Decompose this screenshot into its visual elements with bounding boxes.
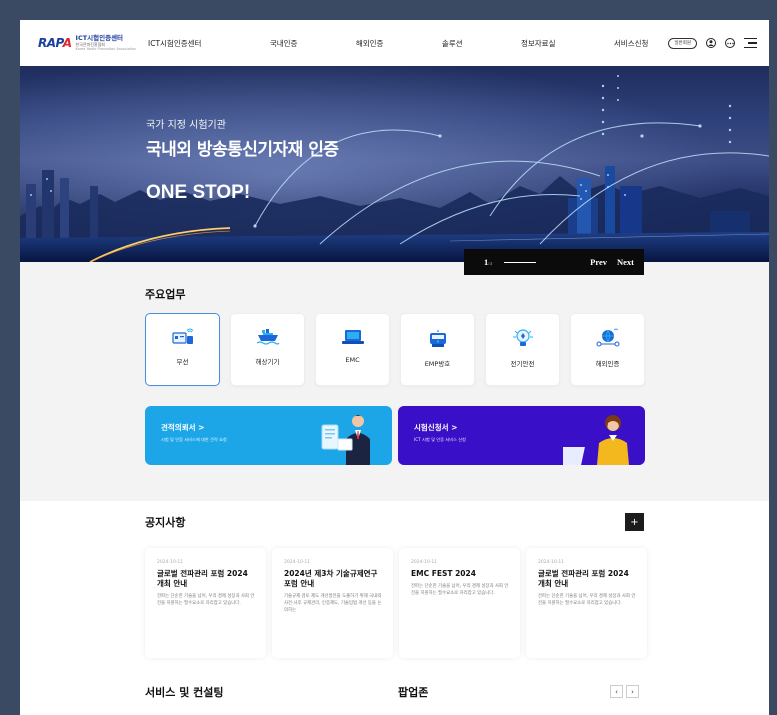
woman-illustration [563, 415, 629, 465]
card-label: 해상기기 [255, 358, 280, 366]
bulb-icon [512, 329, 533, 346]
section-title-notices: 공지사항 [145, 516, 186, 529]
city-skyline-image [20, 66, 769, 262]
notice-list: 2024-10-11 글로벌 전파관리 포럼 2024 개최 안내 전파는 단순… [145, 548, 647, 658]
nav-overseas-cert[interactable]: 해외인증 [356, 38, 384, 49]
nav-resources[interactable]: 정보자료실 [521, 38, 556, 49]
hero-subtitle: 국가 지정 시험기관 [146, 120, 226, 131]
pager-progress-bar [504, 261, 537, 263]
notice-title: 2024년 제3차 기술규제연구 포럼 안내 [284, 569, 378, 589]
card-label: 전기안전 [510, 360, 535, 368]
nav-domestic-cert[interactable]: 국내인증 [270, 38, 298, 49]
logo-sub-en: Korea Radio Promotion Association [75, 46, 137, 51]
quick-banners: 견적의뢰서 > 시험 및 인증 서비스에 대한 견적 요청 시험신청서 > IC… [145, 406, 645, 465]
member-pill[interactable]: 일반회원 [668, 37, 697, 49]
wireless-icon [171, 328, 193, 344]
notice-date: 2024-10-11 [538, 560, 565, 565]
ship-icon [256, 329, 280, 345]
notice-date: 2024-10-11 [157, 560, 184, 565]
test-application-banner[interactable]: 시험신청서 > ICT 시험 및 인증 서비스 신청 [398, 406, 645, 465]
section-title-services: 서비스 및 컨설팅 [145, 686, 224, 699]
user-icon[interactable] [706, 38, 716, 48]
businessman-illustration [321, 415, 370, 465]
notice-card[interactable]: 2024-10-11 2024년 제3차 기술규제연구 포럼 안내 기술규제 검… [272, 548, 393, 658]
pager-total: /3 [488, 262, 493, 267]
estimate-request-banner[interactable]: 견적의뢰서 > 시험 및 인증 서비스에 대한 견적 요청 [145, 406, 392, 465]
hero-headline: ONE STOP! [146, 182, 251, 203]
notice-body: 전파는 단순한 기술을 넘어, 우리 경제 성장과 사회 안전을 지원하는 필수… [538, 594, 636, 607]
laptop-icon [341, 330, 364, 344]
business-card-wireless[interactable]: 무선 [145, 313, 220, 386]
card-label: 무선 [176, 358, 189, 366]
business-card-marine[interactable]: 해상기기 [230, 313, 305, 386]
business-cards: 무선 해상기기 EMC EMP방호 전기안전 해외인증 [145, 313, 645, 386]
business-card-electric-safety[interactable]: 전기안전 [485, 313, 560, 386]
header-tools: 일반회원 [668, 37, 757, 49]
notices-more-button[interactable]: + [625, 513, 644, 531]
page: RAPA ICT시험인증센터 한국전파진흥협회 Korea Radio Prom… [20, 20, 769, 715]
notice-title: 글로벌 전파관리 포럼 2024 개최 안내 [538, 569, 629, 589]
section-title-business: 주요업무 [145, 288, 186, 301]
more-icon[interactable] [725, 38, 735, 48]
notice-card[interactable]: 2024-10-11 EMC FEST 2024 전파는 단순한 기술을 넘어,… [399, 548, 520, 658]
popup-next-button[interactable]: › [626, 685, 639, 698]
business-card-emc[interactable]: EMC [315, 313, 390, 386]
notice-body: 기술규제 검토 제도 개선방안을 도출하기 위해 국내외 사전·사후 규제관리,… [284, 594, 382, 613]
business-card-overseas[interactable]: 해외인증 [570, 313, 645, 386]
header: RAPA ICT시험인증센터 한국전파진흥협회 Korea Radio Prom… [20, 20, 769, 66]
nav-service-request[interactable]: 서비스신청 [614, 38, 649, 49]
hero-banner: 국가 지정 시험기관 국내외 방송통신기자재 인증 ONE STOP! [20, 66, 769, 262]
logo-name: ICT시험인증센터 [75, 34, 124, 42]
business-card-emp[interactable]: EMP방호 [400, 313, 475, 386]
card-label: EMC [345, 356, 360, 364]
nav-solution[interactable]: 솔루션 [442, 38, 463, 49]
card-label: 해외인증 [595, 360, 620, 368]
notice-body: 전파는 단순한 기술을 넘어, 우리 경제 성장과 사회 안전을 지원하는 필수… [411, 584, 509, 596]
popup-arrows: ‹ › [610, 685, 639, 698]
notice-card[interactable]: 2024-10-11 글로벌 전파관리 포럼 2024 개최 안내 전파는 단순… [526, 548, 647, 658]
popup-prev-button[interactable]: ‹ [610, 685, 623, 698]
nav-ict-center[interactable]: ICT시험인증센터 [148, 38, 201, 49]
main-business-section: 주요업무 무선 해상기기 EMC EMP방호 전기안전 해외인증 견적의뢰서 >… [20, 262, 769, 501]
notice-title: EMC FEST 2024 [411, 569, 476, 578]
logo-sub: 한국전파진흥협회 [75, 41, 105, 47]
notice-title: 글로벌 전파관리 포럼 2024 개최 안내 [157, 569, 248, 589]
notice-date: 2024-10-11 [411, 560, 438, 565]
notice-date: 2024-10-11 [284, 560, 311, 565]
pager-prev-button[interactable]: Prev [590, 257, 607, 267]
section-title-popup: 팝업존 [398, 686, 429, 699]
hero-title: 국내외 방송통신기자재 인증 [146, 140, 339, 160]
shield-device-icon [429, 329, 446, 347]
menu-icon[interactable] [744, 37, 757, 49]
main-nav: ICT시험인증센터 국내인증 해외인증 솔루션 정보자료실 서비스신청 [148, 38, 658, 49]
card-label: EMP방호 [424, 360, 451, 368]
pager-next-button[interactable]: Next [617, 257, 634, 267]
notice-card[interactable]: 2024-10-11 글로벌 전파관리 포럼 2024 개최 안내 전파는 단순… [145, 548, 266, 658]
logo[interactable]: RAPA ICT시험인증센터 한국전파진흥협회 Korea Radio Prom… [38, 35, 148, 51]
hero-pager: 1/3 Prev Next [464, 249, 644, 275]
globe-network-icon [596, 328, 619, 347]
logo-mark: RAPA [38, 36, 72, 50]
notice-body: 전파는 단순한 기술을 넘어, 우리 경제 성장과 사회 안전을 지원하는 필수… [157, 594, 255, 607]
